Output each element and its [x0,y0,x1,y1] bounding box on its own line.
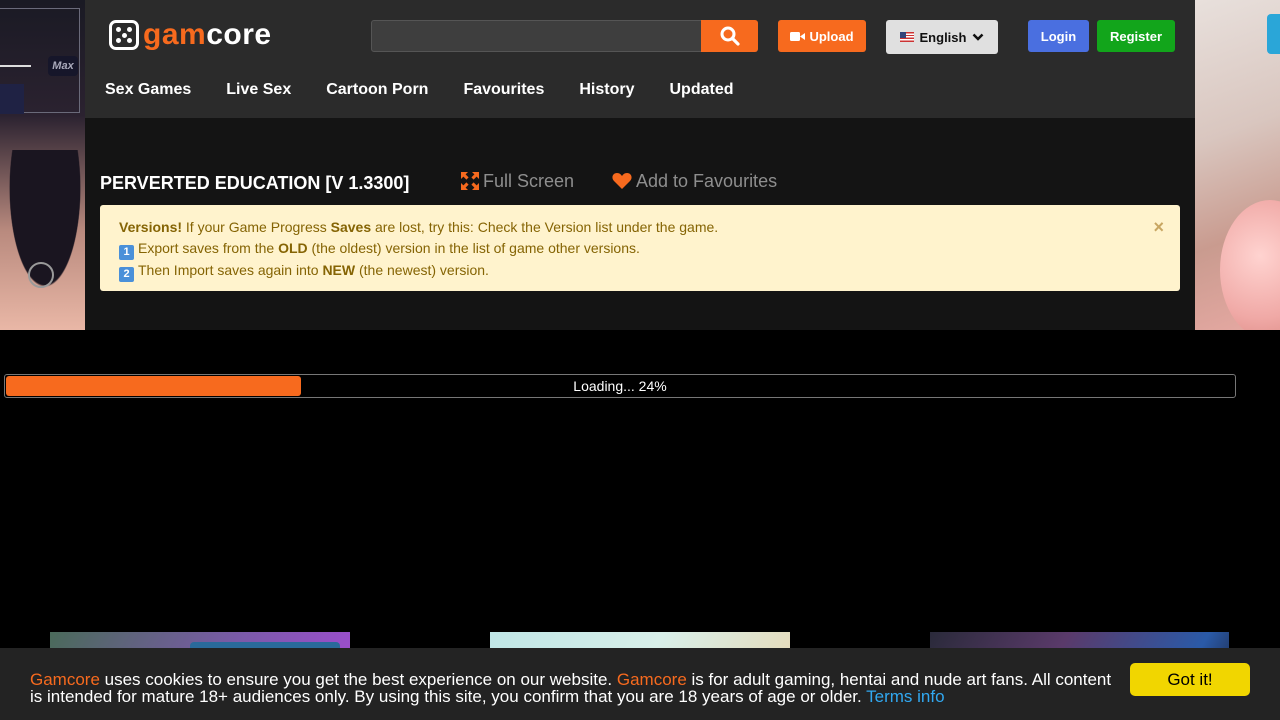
alert-line-2: 1 Export saves from the OLD (the oldest) … [119,238,1140,260]
right-ad-banner[interactable] [1195,0,1280,330]
nav-updated[interactable]: Updated [669,80,733,100]
site-logo[interactable]: gamcore [109,20,272,50]
ad-line [0,65,31,67]
cookie-message: Gamcore uses cookies to ensure you get t… [30,670,1112,706]
ad-bar [0,84,24,114]
alert-close-button[interactable]: × [1153,217,1164,237]
language-selector[interactable]: English [886,20,998,54]
us-flag-icon [899,32,914,42]
game-info-section: PERVERTED EDUCATION [V 1.3300] Full Scre… [85,118,1195,330]
game-title: PERVERTED EDUCATION [V 1.3300] [100,173,410,193]
ad-glasses-art [28,262,54,288]
number-one-icon: 1 [119,245,134,260]
alert-line-1: Versions! If your Game Progress Saves ar… [119,219,719,235]
add-to-favourites-button[interactable]: Add to Favourites [612,170,777,192]
site-header: gamcore Upload English Login Register Se… [85,0,1195,118]
ad-badge [1267,14,1280,54]
upload-button[interactable]: Upload [778,20,866,52]
number-two-icon: 2 [119,267,134,282]
search-icon [720,26,740,46]
nav-cartoon-porn[interactable]: Cartoon Porn [326,80,428,100]
heart-icon [612,173,632,189]
nav-favourites[interactable]: Favourites [463,80,544,100]
nav-history[interactable]: History [579,80,634,100]
language-label: English [919,29,967,45]
fullscreen-button[interactable]: Full Screen [461,170,574,192]
versions-alert: Versions! If your Game Progress Saves ar… [100,205,1180,291]
left-ad-banner[interactable]: Max [0,0,85,330]
search-button[interactable] [701,20,758,52]
nav-live-sex[interactable]: Live Sex [226,80,291,100]
ad-max-badge: Max [48,56,78,76]
nav-sex-games[interactable]: Sex Games [105,80,191,100]
login-button[interactable]: Login [1028,20,1089,52]
favourites-label: Add to Favourites [636,171,778,191]
expand-icon [461,172,479,190]
dice-icon [109,20,139,50]
register-button[interactable]: Register [1097,20,1175,52]
game-loading-bar: Loading... 24% [4,374,1236,398]
video-camera-icon [790,31,806,41]
ad-character-art [1220,200,1280,330]
chevron-down-icon [973,33,984,41]
fullscreen-label: Full Screen [483,171,575,191]
loading-text: Loading... 24% [573,378,667,394]
main-nav: Sex Games Live Sex Cartoon Porn Favourit… [105,80,733,100]
search-input[interactable] [371,20,702,52]
upload-label: Upload [809,28,854,44]
logo-wordmark: gamcore [143,18,272,51]
terms-info-link[interactable]: Terms info [866,687,944,706]
alert-line-3: 2 Then Import saves again into NEW (the n… [119,260,1140,282]
cookie-accept-button[interactable]: Got it! [1130,663,1250,696]
cookie-banner: Gamcore uses cookies to ensure you get t… [0,648,1280,720]
ad-character-art [0,150,85,330]
